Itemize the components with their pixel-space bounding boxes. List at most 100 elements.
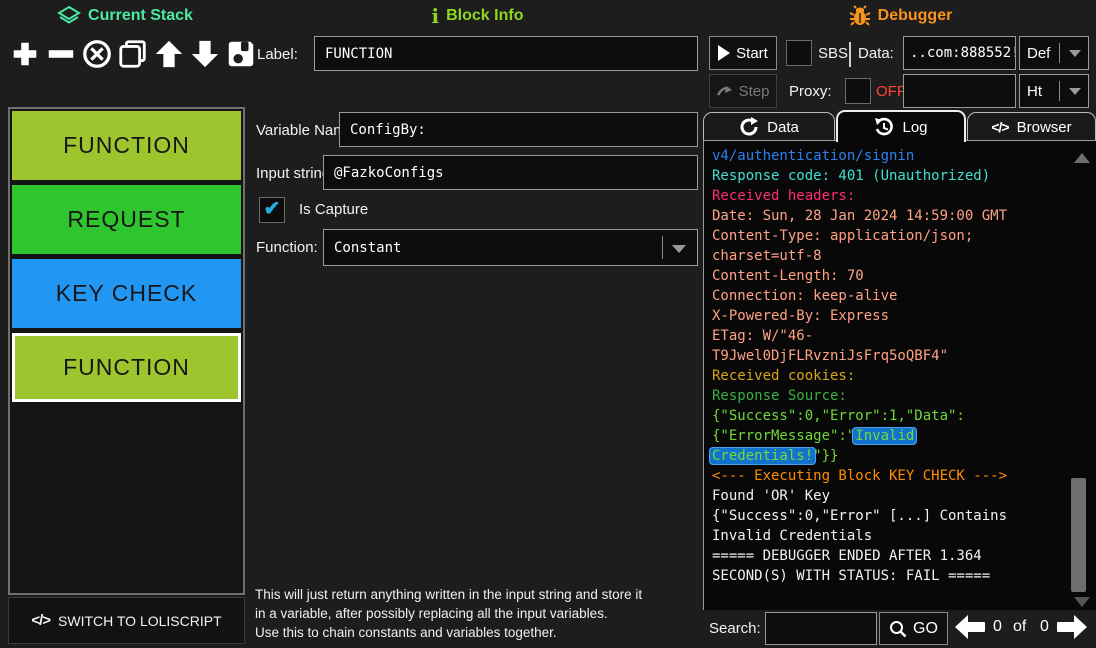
dropdown-divider: [662, 236, 663, 259]
delete-block-button[interactable]: [80, 36, 114, 72]
wordlist-type-value: Def: [1027, 45, 1050, 62]
search-input[interactable]: [765, 612, 877, 645]
log-line: Received cookies:: [712, 366, 1088, 386]
log-line: T9Jwel0DjFLRvzniJsFrq5oQBF4": [712, 346, 1088, 366]
function-dropdown[interactable]: Constant: [323, 229, 698, 266]
search-label: Search:: [709, 620, 761, 637]
tab-log[interactable]: Log: [836, 110, 966, 142]
next-match-button[interactable]: [1056, 614, 1088, 640]
log-line: {"Success":0,"Error":1,"Data":: [712, 406, 1088, 426]
go-button-label: GO: [913, 620, 938, 638]
wordlist-type-dropdown[interactable]: Def: [1019, 36, 1089, 70]
debugger-header: Debugger: [705, 4, 1096, 28]
step-button-label: Step: [739, 83, 770, 100]
log-line: Content-Type: application/json;: [712, 226, 1088, 246]
stack-layers-icon: [57, 5, 81, 27]
function-dropdown-value: Constant: [334, 240, 401, 256]
search-position: 0: [993, 618, 1002, 636]
log-line: Date: Sun, 28 Jan 2024 14:59:00 GMT: [712, 206, 1088, 226]
stack-block[interactable]: FUNCTION: [12, 111, 241, 180]
search-total: 0: [1040, 618, 1049, 636]
label-field-input[interactable]: FUNCTION: [314, 36, 698, 71]
log-line: {"Success":0,"Error" [...] Contains: [712, 506, 1088, 526]
tab-data-label: Data: [767, 119, 799, 136]
log-line: <--- Executing Block KEY CHECK --->: [712, 466, 1088, 486]
log-line: Credentials!"}}: [712, 446, 1088, 466]
dropdown-divider: [1059, 81, 1060, 101]
log-line: Response Source:: [712, 386, 1088, 406]
tab-log-label: Log: [902, 119, 927, 136]
proxy-label: Proxy:: [789, 83, 832, 100]
stack-block[interactable]: REQUEST: [12, 185, 241, 254]
sbs-label: SBS: [818, 45, 848, 62]
proxy-checkbox[interactable]: [845, 78, 871, 104]
start-button[interactable]: Start: [709, 36, 777, 70]
remove-block-button[interactable]: [44, 36, 78, 72]
code-icon: </>: [991, 119, 1008, 135]
data-input[interactable]: ..com:888552!: [903, 36, 1016, 70]
info-icon: i: [432, 4, 440, 28]
step-icon: [717, 85, 733, 97]
input-string-input[interactable]: @FazkoConfigs: [323, 155, 698, 190]
chevron-down-icon: [672, 245, 686, 253]
log-line: ETag: W/"46-: [712, 326, 1088, 346]
search-of-label: of: [1013, 618, 1026, 636]
log-line: Received headers:: [712, 186, 1088, 206]
block-info-title: Block Info: [446, 7, 523, 25]
log-line: v4/authentication/signin: [712, 146, 1088, 166]
log-line: Connection: keep-alive: [712, 286, 1088, 306]
stack-block[interactable]: FUNCTION: [12, 333, 241, 402]
label-field-label: Label:: [257, 46, 298, 63]
data-label: Data:: [858, 45, 894, 62]
move-up-button[interactable]: [152, 36, 186, 72]
debugger-title: Debugger: [878, 7, 953, 25]
log-line: Invalid Credentials: [712, 526, 1088, 546]
log-line: Response code: 401 (Unauthorized): [712, 166, 1088, 186]
proxy-status: OFF: [876, 83, 906, 100]
switch-button-label: SWITCH TO LOLISCRIPT: [58, 613, 222, 629]
is-capture-checkbox[interactable]: [259, 197, 285, 223]
log-line: Content-Length: 70: [712, 266, 1088, 286]
scroll-up-arrow-icon[interactable]: [1074, 153, 1090, 163]
bug-icon: [849, 5, 871, 27]
save-stack-button[interactable]: [224, 36, 258, 72]
proxy-type-value: Ht: [1027, 83, 1042, 100]
current-stack-header: Current Stack: [0, 4, 250, 28]
start-button-label: Start: [736, 45, 768, 62]
chevron-down-icon: [1069, 50, 1081, 57]
log-line: X-Powered-By: Express: [712, 306, 1088, 326]
chevron-down-icon: [1069, 88, 1081, 95]
sbs-checkbox[interactable]: [786, 40, 812, 66]
stack-block[interactable]: KEY CHECK: [12, 259, 241, 328]
play-icon: [718, 45, 730, 61]
previous-match-button[interactable]: [954, 614, 986, 640]
block-description: This will just return anything written i…: [255, 585, 710, 642]
add-block-button[interactable]: [8, 36, 42, 72]
scroll-down-arrow-icon[interactable]: [1074, 597, 1090, 607]
openbullet-stacker-window: Current Stack i Block Info Debugger: [0, 0, 1096, 648]
is-capture-label: Is Capture: [299, 201, 368, 218]
block-info-header: i Block Info: [250, 4, 705, 28]
clone-block-button[interactable]: [116, 36, 150, 72]
history-icon: [874, 117, 894, 137]
log-scrollbar-thumb[interactable]: [1071, 478, 1086, 592]
code-icon: </>: [31, 612, 50, 629]
stack-list: FUNCTIONREQUESTKEY CHECKFUNCTION: [8, 107, 245, 595]
function-label: Function:: [256, 239, 318, 256]
stack-toolbar: [8, 36, 258, 72]
variable-name-input[interactable]: ConfigBy:: [339, 112, 698, 147]
proxy-input[interactable]: [903, 74, 1016, 108]
log-line: SECOND(S) WITH STATUS: FAIL =====: [712, 566, 1088, 586]
tab-browser[interactable]: </> Browser: [967, 112, 1096, 141]
step-button[interactable]: Step: [709, 74, 777, 108]
tab-browser-label: Browser: [1017, 119, 1072, 136]
divider: [849, 42, 851, 67]
tab-data[interactable]: Data: [703, 112, 835, 141]
move-down-button[interactable]: [188, 36, 222, 72]
refresh-icon: [739, 117, 759, 137]
proxy-type-dropdown[interactable]: Ht: [1019, 74, 1089, 108]
log-line: ===== DEBUGGER ENDED AFTER 1.364: [712, 546, 1088, 566]
search-icon: [889, 620, 907, 638]
switch-to-loliscript-button[interactable]: </> SWITCH TO LOLISCRIPT: [8, 597, 245, 644]
search-go-button[interactable]: GO: [879, 612, 948, 645]
